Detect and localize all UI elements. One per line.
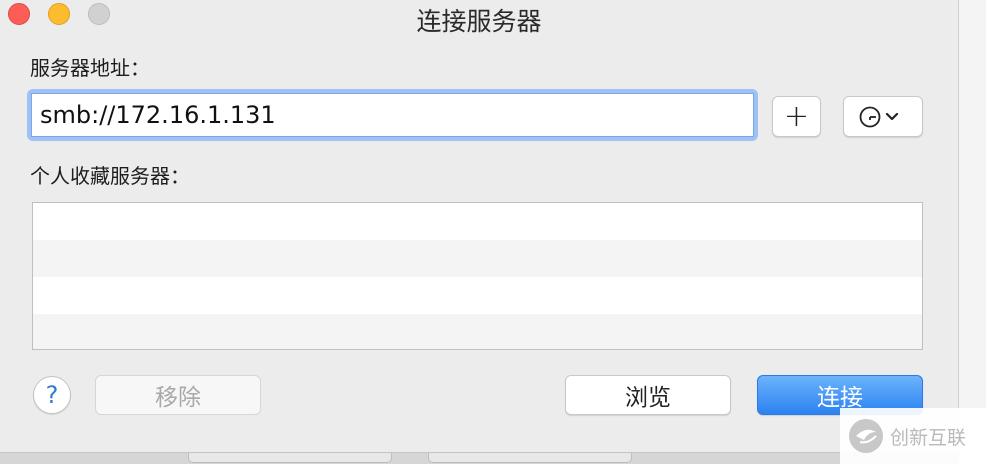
browse-button[interactable]: 浏览 (565, 375, 731, 415)
background-button (428, 452, 632, 463)
list-item[interactable] (33, 240, 922, 277)
background-window (958, 0, 986, 464)
title-bar: 连接服务器 (0, 0, 958, 36)
watermark-text: 创新互联 (890, 426, 967, 449)
favorite-servers-list[interactable] (32, 202, 923, 350)
window-title: 连接服务器 (416, 7, 542, 36)
remove-button[interactable]: 移除 (95, 375, 261, 415)
recent-servers-button[interactable] (843, 96, 923, 137)
help-button[interactable]: ? (33, 376, 71, 414)
server-address-focus-ring (27, 89, 758, 141)
list-item[interactable] (33, 203, 922, 240)
list-item[interactable] (33, 314, 922, 349)
watermark: 创新互联 (840, 408, 986, 464)
list-item[interactable] (33, 277, 922, 314)
background-button (188, 452, 392, 463)
server-address-input[interactable] (31, 93, 754, 137)
add-favorite-button[interactable]: + (772, 96, 821, 137)
chevron-down-icon (885, 112, 899, 120)
server-address-label: 服务器地址： (30, 56, 150, 80)
favorite-servers-label: 个人收藏服务器： (30, 164, 190, 188)
watermark-logo-icon (849, 419, 883, 453)
clock-icon (859, 106, 899, 127)
connect-to-server-dialog: 连接服务器 服务器地址： + 个人收藏服务器： ? 移除 浏览 连接 (0, 0, 958, 453)
